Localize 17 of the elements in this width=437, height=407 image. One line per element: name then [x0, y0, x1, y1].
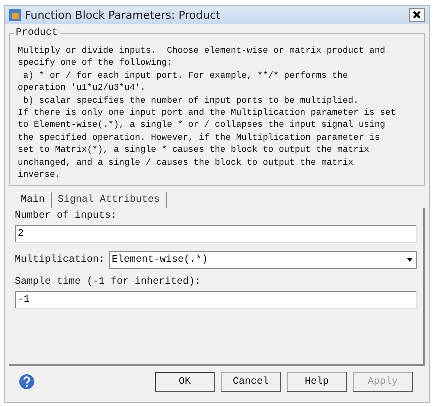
- close-button[interactable]: [409, 8, 425, 22]
- dropdown[interactable]: Element-wise(.*): [109, 251, 417, 270]
- dialog-button[interactable]: Cancel: [221, 372, 281, 392]
- help-icon[interactable]: [19, 374, 35, 390]
- input-field[interactable]: -1: [15, 291, 417, 310]
- input-field[interactable]: 2: [15, 225, 417, 244]
- group-title: Product: [15, 28, 60, 39]
- dialog-button[interactable]: OK: [155, 372, 215, 392]
- tab[interactable]: Main: [15, 192, 52, 208]
- field-label: Multiplication:: [15, 254, 106, 266]
- dialog-button[interactable]: Help: [287, 372, 347, 392]
- window-title: Function Block Parameters: Product: [25, 8, 222, 22]
- close-icon: [412, 10, 422, 20]
- field-label: Sample time (-1 for inherited):: [15, 277, 202, 288]
- block-icon: [9, 9, 21, 21]
- field-label: Number of inputs:: [15, 211, 118, 222]
- description-text: Multiply or divide inputs. Choose element-wise or matrix product and specify one of the following: a) * or / for each input port. For example, **/* performs the operation 'u1*u2/u3*u4'. b) scalar specifies the number of input ports to be multiplied. If there is only one input port and the Multiplication parameter is set to Element-wise(.*), a single * or / collapses the input signal using the specified operation. However, if the Multiplication parameter is set to Matrix(*), a single * causes the block to output the matrix unchanged, and a single / causes the block to output the matrix inverse.: [18, 45, 398, 182]
